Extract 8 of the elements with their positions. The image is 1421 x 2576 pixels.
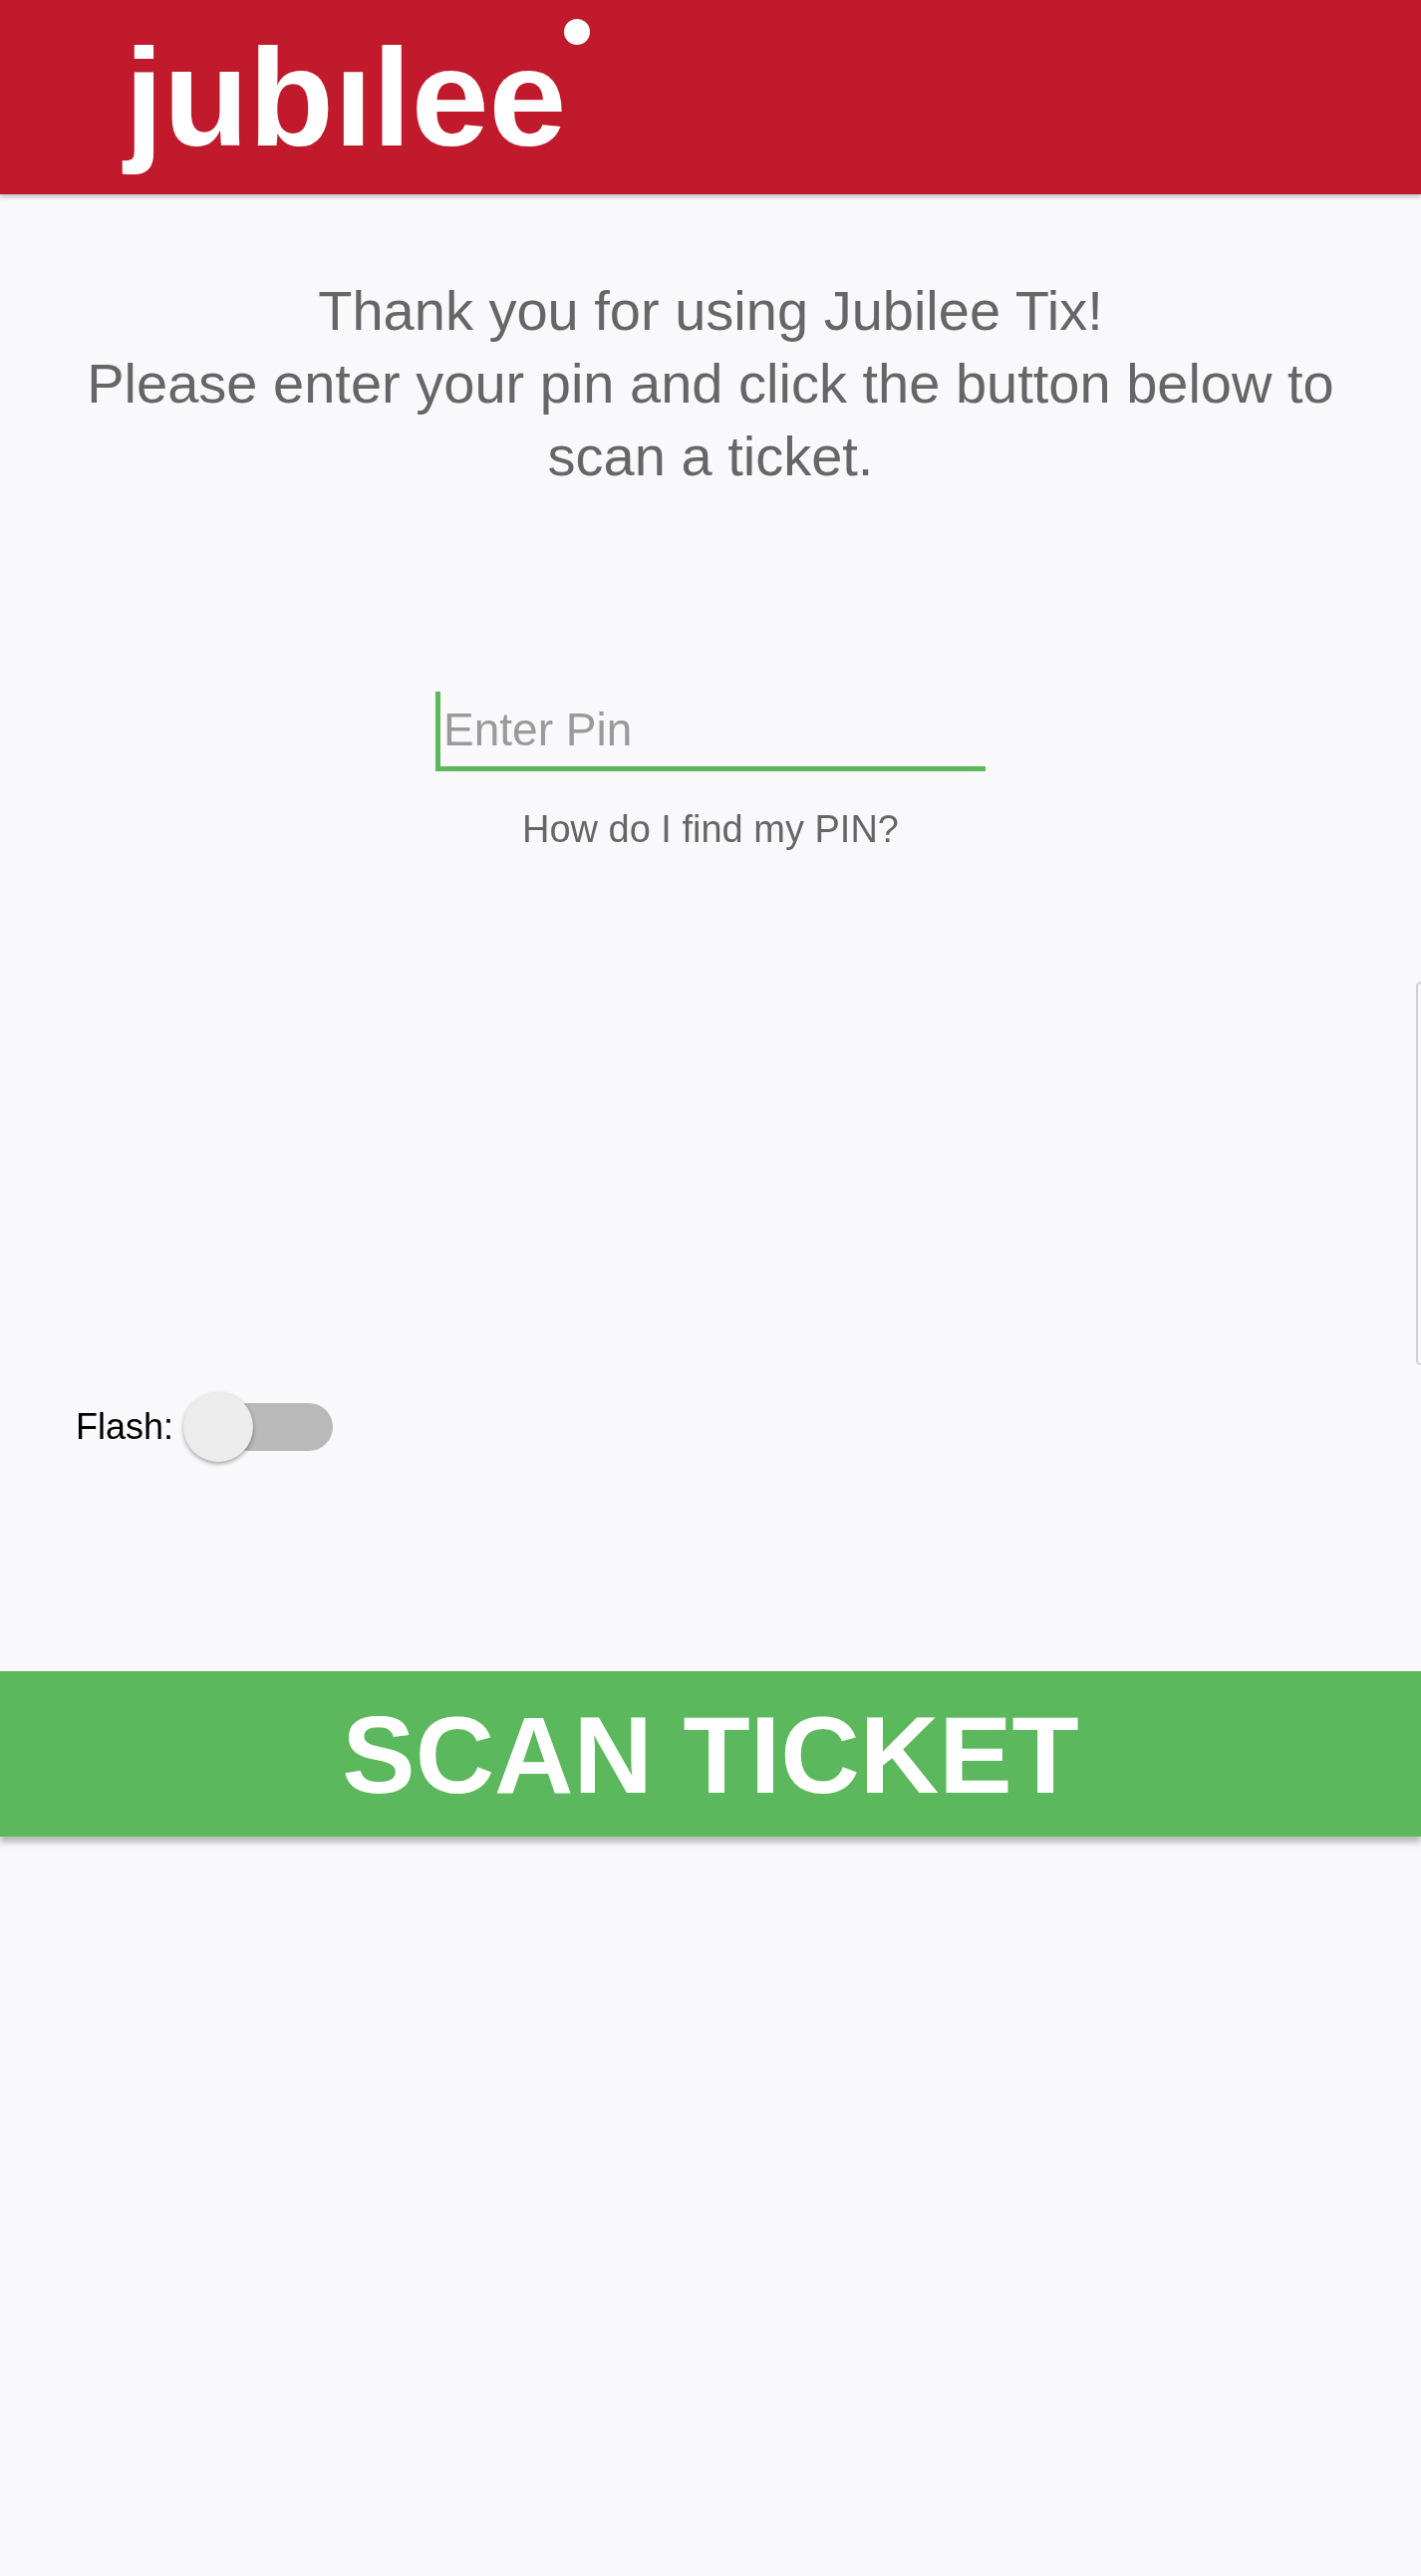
instruction-text: Thank you for using Jubilee Tix! <box>318 278 1103 344</box>
instruction-text: Please enter your pin and click the button below to scan a ticket. <box>86 351 1335 489</box>
flash-label: Flash: <box>76 1405 174 1449</box>
edge-handle[interactable] <box>1416 982 1421 1365</box>
pin-field[interactable]: Enter Pin <box>435 692 986 771</box>
logo-dot-icon <box>564 19 591 45</box>
help-link[interactable]: How do I find my PIN? <box>521 801 899 858</box>
flash-toggle[interactable] <box>183 1391 334 1463</box>
